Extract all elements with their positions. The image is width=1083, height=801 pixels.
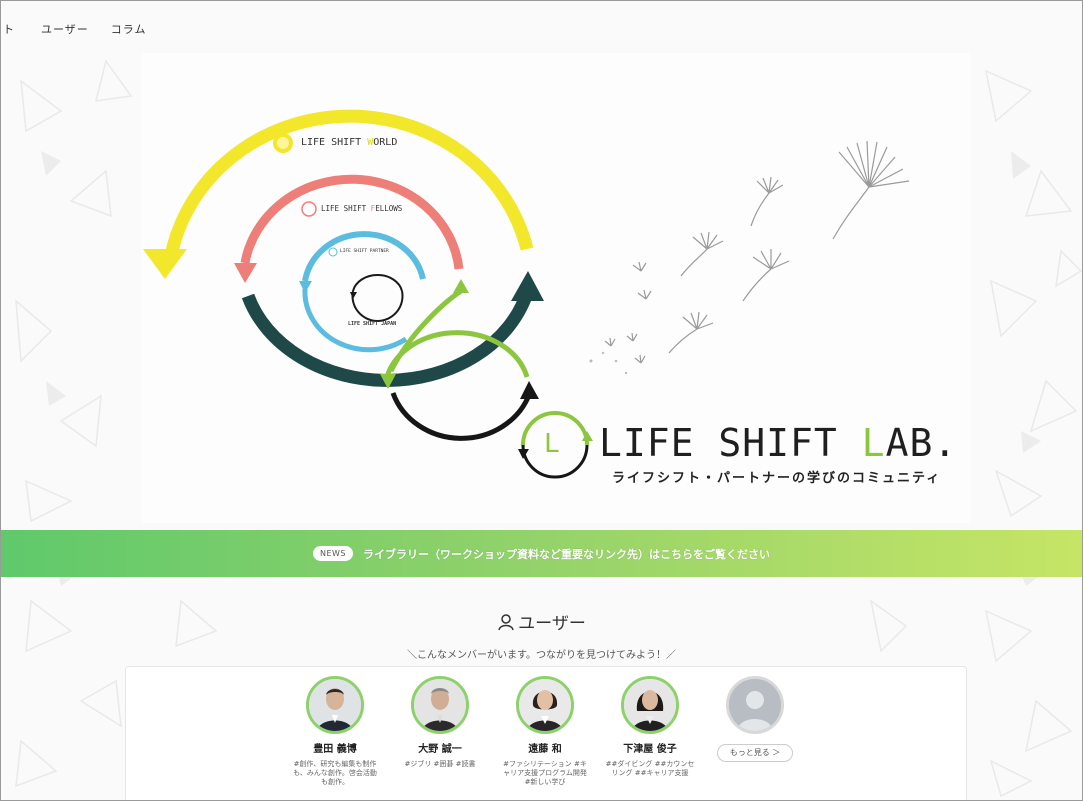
page-frame: ト ユーザー コラム LIFE SHIFT WORLD LIFE SHIFT F… [0, 0, 1083, 801]
user-name[interactable]: 豊田 義博 [290, 740, 380, 755]
user-tags: #創作、研究も編集も制作も、みんな創作。啓会活動も創作。 [293, 760, 377, 786]
japan-ring-label: LIFE SHIFT JAPAN [348, 321, 397, 327]
dandelion-seeds [604, 140, 910, 364]
user-name[interactable]: 遠藤 和 [500, 740, 590, 755]
avatar[interactable] [621, 676, 679, 734]
lab-subtitle: ライフシフト・パートナーの学びのコミュニティ [612, 471, 942, 486]
users-tagline: ＼こんなメンバーがいます。つながりを見つけてみよう！／ [407, 650, 676, 661]
users-heading: ユーザー [1, 609, 1082, 636]
user-name[interactable]: 大野 誠一 [395, 740, 485, 755]
fellows-ring-arc [240, 174, 464, 270]
more-users[interactable]: もっと見る ＞ [710, 676, 800, 762]
fellows-ring-label: LIFE SHIFT FELLOWS [321, 204, 403, 213]
user-name[interactable]: 下津屋 俊子 [605, 740, 695, 755]
lab-title: LIFE SHIFT LAB. [599, 421, 958, 465]
black-ring-arc [390, 392, 532, 441]
user-card-item[interactable]: 下津屋 俊子 ##ダイビング ##カウンセリング ##キャリア支援 [605, 676, 695, 778]
partner-ring-arrowhead [299, 281, 312, 293]
partner-ring-label: LIFE SHIFT PARTNER [340, 249, 389, 254]
news-link[interactable]: ライブラリー（ワークショップ資料など重要なリンク先）はこちらをご覧ください [363, 546, 770, 562]
japan-ring-arc [351, 290, 404, 322]
user-tags: #ファシリテーション #キャリア支援プログラム開発 #新しい学び [503, 760, 587, 786]
user-tags: #ジブリ #囲碁 #読書 [404, 760, 476, 768]
dark-ring-arrowhead [511, 271, 544, 301]
more-users-button[interactable]: もっと見る ＞ [717, 744, 793, 762]
user-card-item[interactable]: 大野 誠一 #ジブリ #囲碁 #読書 [395, 676, 485, 769]
news-banner: NEWS ライブラリー（ワークショップ資料など重要なリンク先）はこちらをご覧くだ… [1, 530, 1082, 577]
world-ring-label: LIFE SHIFT WORLD [301, 137, 398, 148]
user-card-item[interactable]: 遠藤 和 #ファシリテーション #キャリア支援プログラム開発 #新しい学び [500, 676, 590, 787]
user-tags: ##ダイビング ##カウンセリング ##キャリア支援 [605, 760, 695, 777]
user-card-item[interactable]: 豊田 義博 #創作、研究も編集も制作も、みんな創作。啓会活動も創作。 [290, 676, 380, 787]
lab-logo-letter: L [544, 429, 560, 459]
news-badge: NEWS [312, 546, 354, 561]
person-icon [497, 613, 515, 636]
partner-ring-lower-arc [302, 288, 408, 353]
avatar[interactable] [306, 676, 364, 734]
avatar[interactable] [411, 676, 469, 734]
users-heading-text: ユーザー [518, 614, 586, 634]
partner-ring-arc [302, 231, 426, 282]
fellows-ring-arrowhead [234, 263, 257, 283]
placeholder-avatar-icon[interactable] [726, 676, 784, 734]
avatar[interactable] [516, 676, 574, 734]
world-ring-arrowhead [143, 249, 187, 279]
users-card: 豊田 義博 #創作、研究も編集も制作も、みんな創作。啓会活動も創作。 大野 誠一… [125, 666, 967, 800]
